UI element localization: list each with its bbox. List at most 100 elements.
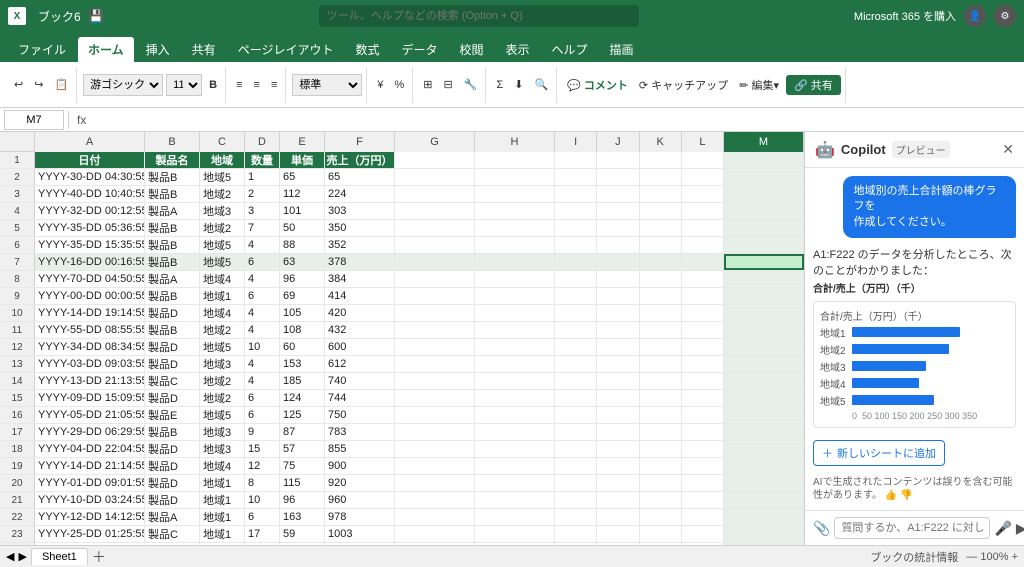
cell-g7[interactable]	[395, 254, 475, 270]
cell-j17[interactable]	[597, 424, 639, 440]
cell-D21[interactable]: 10	[245, 492, 280, 508]
cell-j3[interactable]	[597, 186, 639, 202]
cell-C20[interactable]: 地域1	[200, 475, 245, 491]
cell-B13[interactable]: 製品D	[145, 356, 200, 372]
align-center-button[interactable]: ≡	[250, 77, 264, 93]
cell-F20[interactable]: 920	[325, 475, 395, 491]
cell-B21[interactable]: 製品D	[145, 492, 200, 508]
cell-m7[interactable]	[724, 254, 804, 270]
cell-A2[interactable]: YYYY-30-DD 04:30:55	[35, 169, 145, 185]
cell-g1[interactable]	[395, 152, 475, 168]
cell-C3[interactable]: 地域2	[200, 186, 245, 202]
tab-view[interactable]: 表示	[496, 37, 540, 62]
cell-k24[interactable]	[640, 543, 682, 545]
cell-reference-input[interactable]	[4, 110, 64, 130]
cell-m18[interactable]	[724, 441, 804, 457]
cell-h5[interactable]	[475, 220, 555, 236]
cell-h21[interactable]	[475, 492, 555, 508]
thumbs-up-icon[interactable]: 👍	[885, 490, 897, 501]
row-corner[interactable]	[0, 132, 35, 151]
cell-A18[interactable]: YYYY-04-DD 22:04:55	[35, 441, 145, 457]
cell-k17[interactable]	[640, 424, 682, 440]
cell-E22[interactable]: 163	[280, 509, 325, 525]
cell-k10[interactable]	[640, 305, 682, 321]
cell-l16[interactable]	[682, 407, 724, 423]
send-button[interactable]: ▶	[1016, 520, 1024, 537]
col-header-g[interactable]: G	[395, 132, 475, 152]
cell-g14[interactable]	[395, 373, 475, 389]
cell-A6[interactable]: YYYY-35-DD 15:35:55	[35, 237, 145, 253]
cell-i17[interactable]	[555, 424, 597, 440]
cell-h18[interactable]	[475, 441, 555, 457]
cell-g10[interactable]	[395, 305, 475, 321]
cell-i12[interactable]	[555, 339, 597, 355]
cell-j7[interactable]	[597, 254, 639, 270]
currency-button[interactable]: ¥	[373, 77, 387, 93]
cell-B4[interactable]: 製品A	[145, 203, 200, 219]
tab-share[interactable]: 共有	[182, 37, 226, 62]
cell-l13[interactable]	[682, 356, 724, 372]
add-sheet-tab-button[interactable]: ＋	[92, 547, 106, 567]
tab-insert[interactable]: 挿入	[136, 37, 180, 62]
cell-g22[interactable]	[395, 509, 475, 525]
cell-A17[interactable]: YYYY-29-DD 06:29:55	[35, 424, 145, 440]
bold-button[interactable]: B	[205, 77, 221, 93]
cell-B18[interactable]: 製品D	[145, 441, 200, 457]
cell-E6[interactable]: 88	[280, 237, 325, 253]
cell-e1[interactable]: 単価	[280, 152, 325, 168]
cell-C4[interactable]: 地域3	[200, 203, 245, 219]
cell-C9[interactable]: 地域1	[200, 288, 245, 304]
cell-D9[interactable]: 6	[245, 288, 280, 304]
cell-D19[interactable]: 12	[245, 458, 280, 474]
cell-C23[interactable]: 地域1	[200, 526, 245, 542]
cell-F15[interactable]: 744	[325, 390, 395, 406]
cell-A5[interactable]: YYYY-35-DD 05:36:55	[35, 220, 145, 236]
cell-m16[interactable]	[724, 407, 804, 423]
cell-i6[interactable]	[555, 237, 597, 253]
cell-f1[interactable]: 売上（万円）	[325, 152, 395, 168]
cell-E3[interactable]: 112	[280, 186, 325, 202]
cell-k4[interactable]	[640, 203, 682, 219]
cell-E18[interactable]: 57	[280, 441, 325, 457]
cell-m1[interactable]	[724, 152, 804, 168]
cell-c1[interactable]: 地域	[200, 152, 245, 168]
cell-g8[interactable]	[395, 271, 475, 287]
cell-E21[interactable]: 96	[280, 492, 325, 508]
cell-g4[interactable]	[395, 203, 475, 219]
cell-B23[interactable]: 製品C	[145, 526, 200, 542]
cell-C24[interactable]: 地域2	[200, 543, 245, 545]
cell-g13[interactable]	[395, 356, 475, 372]
cell-i16[interactable]	[555, 407, 597, 423]
cell-g17[interactable]	[395, 424, 475, 440]
cell-F7[interactable]: 378	[325, 254, 395, 270]
cell-k13[interactable]	[640, 356, 682, 372]
cell-C14[interactable]: 地域2	[200, 373, 245, 389]
cell-h17[interactable]	[475, 424, 555, 440]
cell-m24[interactable]	[724, 543, 804, 545]
cell-D7[interactable]: 6	[245, 254, 280, 270]
cell-g12[interactable]	[395, 339, 475, 355]
cell-i9[interactable]	[555, 288, 597, 304]
sum-button[interactable]: Σ	[492, 77, 507, 93]
cell-F4[interactable]: 303	[325, 203, 395, 219]
col-header-l[interactable]: L	[682, 132, 724, 152]
fill-button[interactable]: ⬇	[510, 76, 527, 93]
cell-B15[interactable]: 製品D	[145, 390, 200, 406]
percent-button[interactable]: %	[390, 77, 408, 93]
cell-m10[interactable]	[724, 305, 804, 321]
col-header-c[interactable]: C	[200, 132, 245, 152]
cell-A20[interactable]: YYYY-01-DD 09:01:55	[35, 475, 145, 491]
cell-b1[interactable]: 製品名	[145, 152, 200, 168]
cell-i5[interactable]	[555, 220, 597, 236]
cell-B14[interactable]: 製品C	[145, 373, 200, 389]
cell-h2[interactable]	[475, 169, 555, 185]
cell-l17[interactable]	[682, 424, 724, 440]
cell-k16[interactable]	[640, 407, 682, 423]
cell-g6[interactable]	[395, 237, 475, 253]
cell-D2[interactable]: 1	[245, 169, 280, 185]
cell-l7[interactable]	[682, 254, 724, 270]
cell-F21[interactable]: 960	[325, 492, 395, 508]
cell-m9[interactable]	[724, 288, 804, 304]
cell-i13[interactable]	[555, 356, 597, 372]
cell-j18[interactable]	[597, 441, 639, 457]
